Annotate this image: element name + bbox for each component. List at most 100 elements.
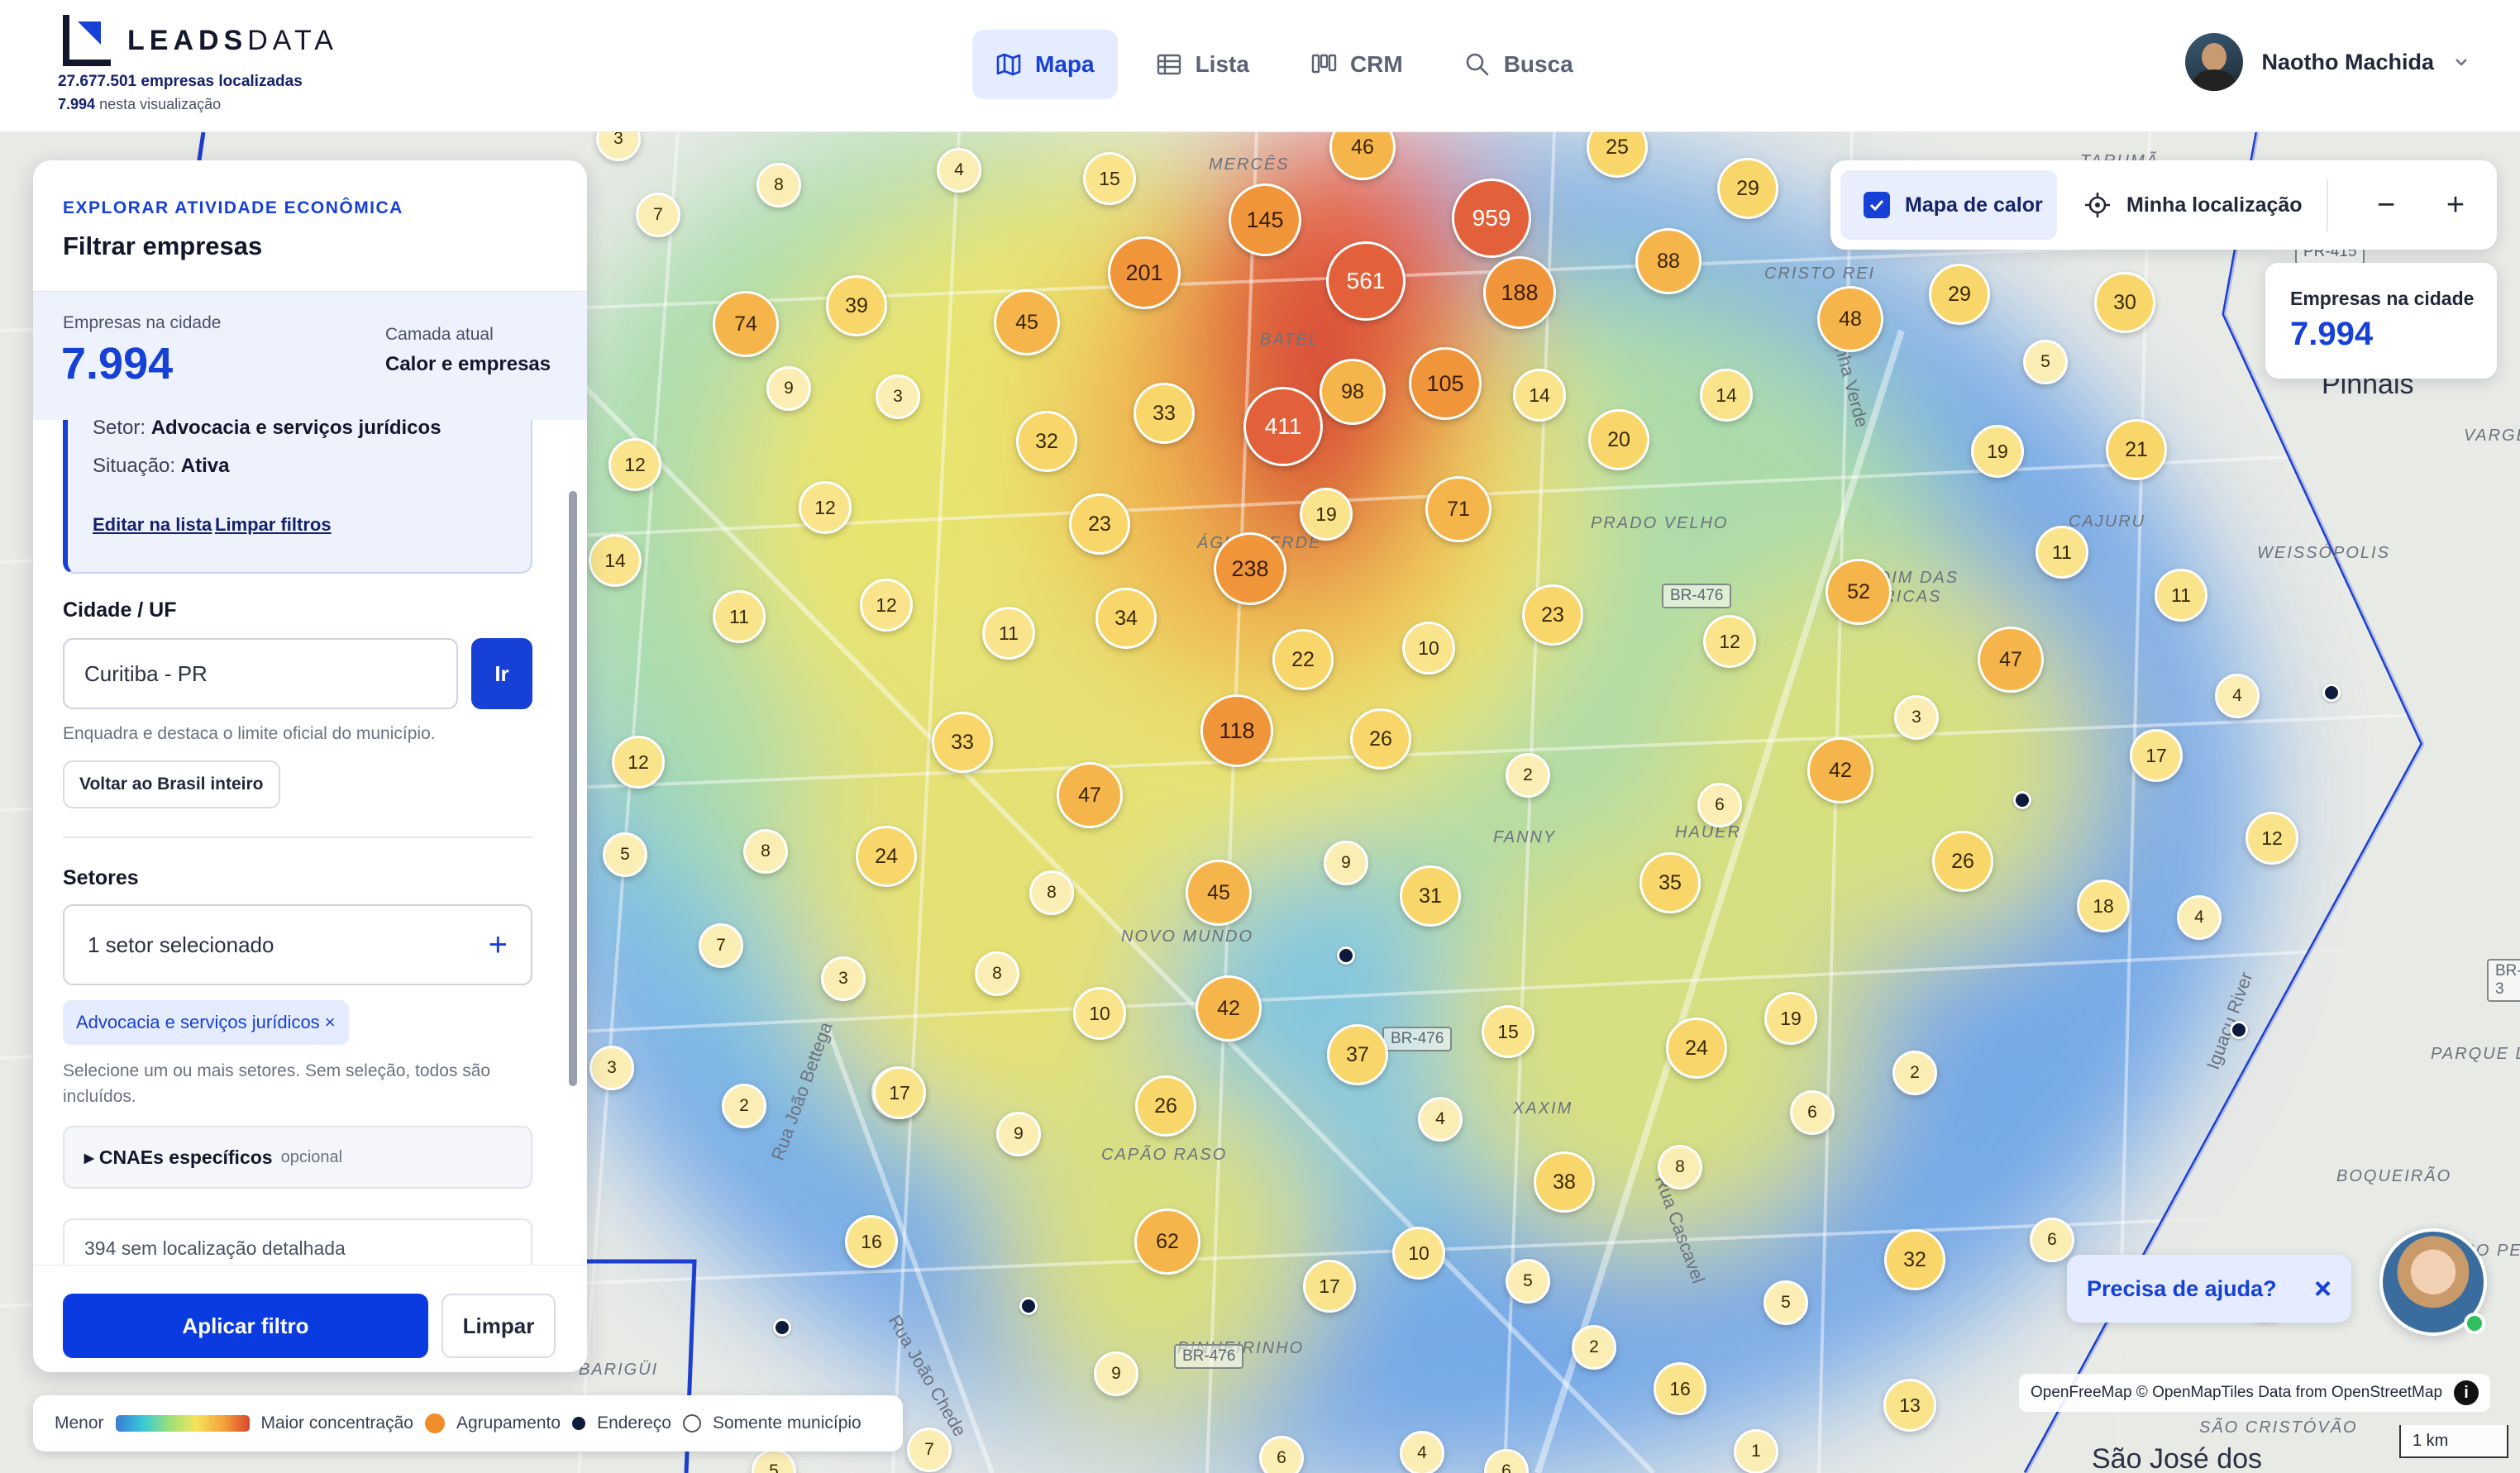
nav-tab-lista[interactable]: Lista — [1133, 30, 1272, 99]
cluster-marker[interactable]: 16 — [1654, 1362, 1706, 1415]
cluster-marker[interactable]: 39 — [826, 275, 887, 336]
cluster-marker[interactable]: 3 — [589, 1046, 634, 1090]
cluster-marker[interactable]: 26 — [1350, 708, 1411, 770]
address-marker[interactable] — [2013, 791, 2031, 809]
cluster-marker[interactable]: 48 — [1817, 286, 1883, 352]
cluster-marker[interactable]: 6 — [1790, 1090, 1835, 1135]
cluster-marker[interactable]: 12 — [2246, 812, 2298, 865]
cluster-marker[interactable]: 23 — [1069, 493, 1130, 555]
user-menu[interactable]: Naotho Machida — [2185, 33, 2470, 91]
cluster-marker[interactable]: 2 — [1506, 753, 1550, 798]
my-location-button[interactable]: Minha localização — [2083, 170, 2303, 240]
address-marker[interactable] — [1019, 1297, 1038, 1315]
cluster-marker[interactable]: 47 — [1057, 762, 1123, 828]
cluster-marker[interactable]: 5 — [1506, 1259, 1550, 1304]
cluster-marker[interactable]: 47 — [1978, 627, 2044, 693]
cluster-marker[interactable]: 5 — [603, 832, 647, 877]
cluster-marker[interactable]: 33 — [932, 712, 993, 773]
cluster-marker[interactable]: 8 — [756, 163, 801, 207]
cluster-marker[interactable]: 16 — [845, 1215, 898, 1268]
info-icon[interactable]: i — [2454, 1380, 2479, 1405]
cluster-marker[interactable]: 35 — [1639, 852, 1701, 913]
cluster-marker[interactable]: 10 — [1402, 622, 1455, 675]
cluster-marker[interactable]: 29 — [1929, 264, 1990, 325]
cluster-marker[interactable]: 12 — [860, 579, 913, 632]
zoom-in-button[interactable]: + — [2429, 179, 2482, 231]
cluster-marker[interactable]: 88 — [1635, 228, 1701, 294]
cluster-marker[interactable]: 12 — [799, 481, 852, 534]
cluster-marker[interactable]: 17 — [873, 1066, 926, 1119]
cluster-marker[interactable]: 32 — [1016, 411, 1077, 472]
cluster-marker[interactable]: 7 — [699, 923, 743, 968]
cluster-marker[interactable]: 7 — [636, 193, 680, 237]
clear-button[interactable]: Limpar — [441, 1294, 556, 1358]
cluster-marker[interactable]: 7 — [907, 1428, 952, 1472]
cluster-marker[interactable]: 201 — [1108, 236, 1181, 309]
cluster-marker[interactable]: 71 — [1425, 476, 1491, 542]
cluster-marker[interactable]: 23 — [1522, 584, 1583, 646]
cluster-marker[interactable]: 11 — [982, 607, 1035, 660]
cluster-marker[interactable]: 14 — [1513, 369, 1566, 422]
cluster-marker[interactable]: 29 — [1717, 158, 1778, 219]
cluster-marker[interactable]: 1 — [1734, 1429, 1778, 1473]
cluster-marker[interactable]: 9 — [1094, 1351, 1138, 1396]
cluster-marker[interactable]: 11 — [2155, 569, 2207, 622]
cluster-marker[interactable]: 9 — [996, 1112, 1041, 1156]
cluster-marker[interactable]: 4 — [1418, 1097, 1463, 1142]
cluster-marker[interactable]: 238 — [1214, 532, 1286, 605]
address-marker[interactable] — [1337, 946, 1355, 965]
cluster-marker[interactable]: 11 — [2036, 526, 2088, 579]
cluster-marker[interactable]: 74 — [713, 291, 779, 357]
cluster-marker[interactable]: 4 — [1400, 1431, 1444, 1473]
cluster-marker[interactable]: 42 — [1807, 737, 1873, 803]
cluster-marker[interactable]: 4 — [2177, 895, 2222, 940]
cluster-marker[interactable]: 33 — [1134, 383, 1195, 444]
cluster-marker[interactable]: 30 — [2094, 272, 2155, 333]
cluster-marker[interactable]: 19 — [1764, 992, 1817, 1045]
cluster-marker[interactable]: 24 — [1666, 1018, 1727, 1079]
cluster-marker[interactable]: 17 — [2130, 729, 2183, 782]
cluster-marker[interactable]: 19 — [1971, 425, 2024, 478]
cnae-accordion[interactable]: ▸ CNAEs específicos opcional — [63, 1126, 532, 1189]
cluster-marker[interactable]: 5 — [1764, 1280, 1808, 1325]
close-icon[interactable]: × — [2314, 1271, 2331, 1306]
cluster-marker[interactable]: 21 — [2106, 419, 2167, 480]
address-marker[interactable] — [2230, 1021, 2248, 1039]
cluster-marker[interactable]: 959 — [1452, 179, 1531, 258]
sectors-select[interactable]: 1 setor selecionado + — [63, 904, 532, 985]
cluster-marker[interactable]: 6 — [1259, 1436, 1304, 1473]
cluster-marker[interactable]: 9 — [1324, 841, 1368, 885]
cluster-marker[interactable]: 38 — [1534, 1151, 1595, 1213]
cluster-marker[interactable]: 3 — [876, 374, 920, 419]
cluster-marker[interactable]: 4 — [937, 148, 981, 193]
cluster-marker[interactable]: 31 — [1400, 865, 1461, 927]
cluster-marker[interactable]: 14 — [1700, 369, 1753, 422]
cluster-marker[interactable]: 62 — [1134, 1208, 1200, 1275]
cluster-marker[interactable]: 9 — [766, 366, 811, 411]
cluster-marker[interactable]: 34 — [1095, 588, 1157, 649]
cluster-marker[interactable]: 19 — [1300, 488, 1353, 541]
cluster-marker[interactable]: 6 — [1697, 783, 1742, 827]
cluster-marker[interactable]: 11 — [713, 590, 766, 643]
cluster-marker[interactable]: 32 — [1884, 1229, 1945, 1290]
cluster-marker[interactable]: 118 — [1200, 694, 1273, 767]
sector-chip[interactable]: Advocacia e serviços jurídicos × — [63, 1000, 349, 1045]
cluster-marker[interactable]: 12 — [1703, 615, 1756, 668]
cluster-marker[interactable]: 4 — [2215, 674, 2260, 718]
cluster-marker[interactable]: 2 — [1572, 1325, 1616, 1370]
cluster-marker[interactable]: 2 — [1892, 1051, 1937, 1095]
go-button[interactable]: Ir — [471, 638, 532, 709]
cluster-marker[interactable]: 8 — [975, 951, 1019, 996]
cluster-marker[interactable]: 12 — [612, 736, 665, 789]
city-input[interactable]: Curitiba - PR — [63, 638, 458, 709]
cluster-marker[interactable]: 10 — [1073, 987, 1126, 1040]
nav-tab-mapa[interactable]: Mapa — [972, 30, 1118, 99]
cluster-marker[interactable]: 3 — [821, 956, 866, 1001]
heatmap-toggle[interactable]: Mapa de calor — [1840, 170, 2057, 240]
nav-tab-crm[interactable]: CRM — [1287, 30, 1426, 99]
cluster-marker[interactable]: 24 — [856, 826, 917, 887]
nav-tab-busca[interactable]: Busca — [1441, 30, 1596, 99]
apply-filter-button[interactable]: Aplicar filtro — [63, 1294, 428, 1358]
cluster-marker[interactable]: 17 — [1303, 1260, 1356, 1313]
cluster-marker[interactable]: 10 — [1392, 1227, 1445, 1280]
